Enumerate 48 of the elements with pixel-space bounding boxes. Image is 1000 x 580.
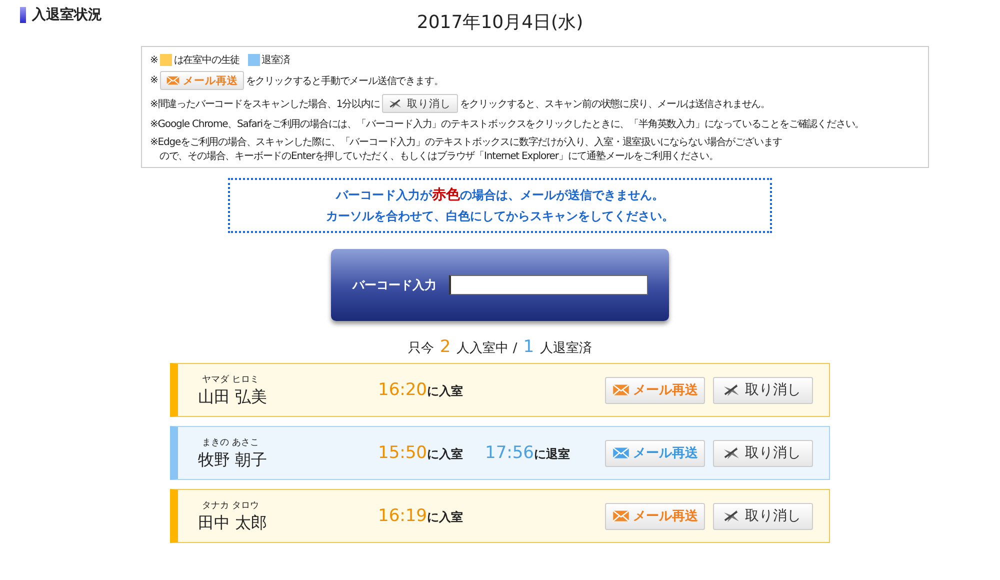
- note-text: ※Edgeをご利用の場合、スキャンした際に、「バーコード入力」のテキストボックスに数字だけが入り、入室・退室扱いにならない場合がございます: [150, 136, 782, 149]
- counter-label: 人退室済: [540, 340, 592, 357]
- note-text: ※: [150, 54, 158, 66]
- entry-time: 16:19: [378, 506, 427, 526]
- in-count: 2: [440, 337, 451, 357]
- barcode-label: バーコード入力: [352, 276, 436, 294]
- envelope-icon: [612, 509, 630, 523]
- note-text: をクリックすると、スキャン前の状態に戻り、メールは送信されません。: [460, 98, 770, 110]
- student-name: 牧野 朝子: [198, 450, 268, 470]
- envelope-icon: [612, 383, 630, 397]
- barcode-field[interactable]: [448, 275, 648, 295]
- counter-label: 人入室中 /: [456, 340, 518, 357]
- envelope-icon: [166, 75, 180, 86]
- entry-time: 16:20: [378, 380, 427, 400]
- cancel-button[interactable]: 取り消し: [713, 502, 813, 530]
- cancel-button[interactable]: 取り消し: [382, 94, 458, 113]
- notice-text: カーソルを合わせて、白色にしてからスキャンをしてください。: [326, 208, 674, 225]
- counter-label: 只今: [408, 340, 434, 357]
- notice-text: バーコード入力が赤色の場合は、メールが送信できません。: [336, 186, 664, 205]
- entry-label: に入室: [427, 446, 463, 463]
- entry-time: 15:50: [378, 443, 427, 463]
- note-text: ※: [150, 75, 158, 86]
- note-text: ※間違ったバーコードをスキャンした場合、1分以内に: [150, 98, 380, 110]
- name-reading: ヤマダ ヒロミ: [202, 374, 260, 386]
- cross-icon: [722, 509, 740, 523]
- cross-icon: [722, 446, 740, 460]
- cross-icon: [722, 383, 740, 397]
- note-text: ※Google Chrome、Safariをご利用の場合には、「バーコード入力」のテキストボックスをクリックしたときに、「半角英数入力」になっていることをご確認ください。: [150, 118, 864, 131]
- envelope-icon: [612, 446, 630, 460]
- name-reading: まきの あさこ: [202, 436, 260, 448]
- name-reading: タナカ タロウ: [202, 500, 260, 512]
- page-title: 入退室状況: [32, 6, 102, 24]
- entry-label: に入室: [427, 509, 463, 526]
- date-heading: 2017年10月4日(水): [416, 11, 584, 35]
- cancel-button[interactable]: 取り消し: [713, 440, 813, 466]
- exit-time: 17:56: [485, 443, 534, 463]
- note-text: 退室済: [262, 54, 290, 67]
- title-marker: [20, 7, 26, 23]
- exit-label: に退室: [534, 446, 570, 463]
- note-text: をクリックすると手動でメール送信できます。: [246, 74, 444, 88]
- cancel-button[interactable]: 取り消し: [713, 376, 813, 404]
- cross-icon: [388, 98, 402, 109]
- student-name: 田中 太郎: [198, 512, 268, 534]
- out-count: 1: [523, 337, 534, 357]
- note-text: は在室中の生徒: [174, 54, 240, 67]
- entry-label: に入室: [427, 383, 463, 400]
- note-text: ので、その場合、キーボードのEnterを押していただく、もしくはブラウザ「Internet Explorer」にて通塾メールをご利用ください。: [158, 150, 718, 163]
- student-name: 山田 弘美: [198, 386, 268, 408]
